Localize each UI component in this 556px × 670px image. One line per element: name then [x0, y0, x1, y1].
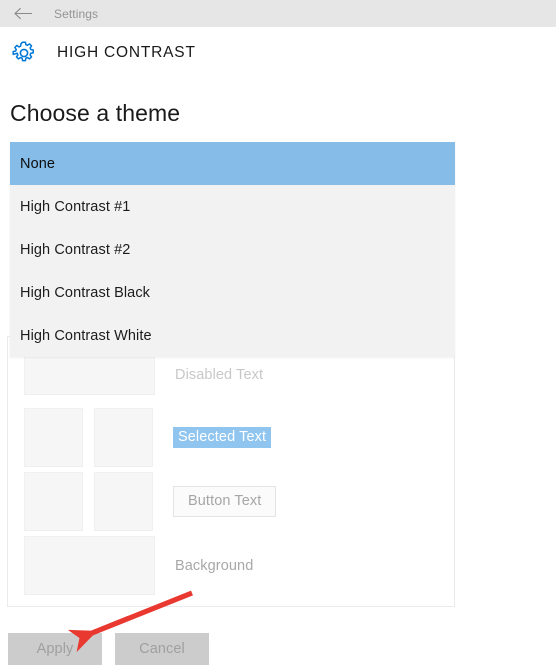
- background-text-sample: Background: [175, 557, 254, 574]
- color-swatch[interactable]: [24, 354, 155, 395]
- window-title: Settings: [54, 6, 99, 21]
- swatch-group: [24, 536, 155, 595]
- selected-text-sample: Selected Text: [173, 427, 272, 448]
- theme-option-high-contrast-2[interactable]: High Contrast #2: [10, 228, 455, 271]
- page-title-heading: HIGH CONTRAST: [57, 44, 196, 61]
- preview-row-background: Background: [24, 536, 253, 595]
- cancel-button[interactable]: Cancel: [115, 633, 209, 665]
- color-swatch[interactable]: [24, 408, 83, 467]
- theme-option-high-contrast-black[interactable]: High Contrast Black: [10, 271, 455, 314]
- swatch-group: [24, 472, 153, 531]
- theme-option-high-contrast-1[interactable]: High Contrast #1: [10, 185, 455, 228]
- footer-actions: Apply Cancel: [8, 633, 209, 665]
- preview-row-disabled-text: Disabled Text: [24, 354, 263, 395]
- window-titlebar: Settings: [0, 0, 556, 27]
- theme-option-none[interactable]: None: [10, 142, 455, 185]
- theme-preview-panel: Disabled Text Selected Text Button Text …: [7, 336, 455, 607]
- gear-icon: [2, 40, 46, 66]
- back-button[interactable]: [0, 0, 46, 27]
- preview-row-button-text: Button Text: [24, 472, 277, 531]
- color-swatch[interactable]: [24, 536, 155, 595]
- color-swatch[interactable]: [94, 472, 153, 531]
- apply-button[interactable]: Apply: [8, 633, 102, 665]
- preview-text-wrap: Selected Text: [173, 427, 272, 448]
- color-swatch[interactable]: [94, 408, 153, 467]
- swatch-group: [24, 408, 153, 467]
- theme-option-high-contrast-white[interactable]: High Contrast White: [10, 314, 455, 357]
- color-swatch[interactable]: [24, 472, 83, 531]
- disabled-text-sample: Disabled Text: [175, 366, 264, 383]
- swatch-group: [24, 354, 155, 395]
- choose-theme-label: Choose a theme: [10, 100, 181, 126]
- button-text-sample: Button Text: [173, 486, 277, 517]
- preview-text-wrap: Background: [175, 558, 253, 574]
- back-arrow-icon: [13, 7, 33, 20]
- theme-dropdown-list[interactable]: None High Contrast #1 High Contrast #2 H…: [10, 142, 455, 357]
- page-header: HIGH CONTRAST: [0, 27, 556, 79]
- preview-text-wrap: Button Text: [173, 486, 277, 517]
- preview-text-wrap: Disabled Text: [175, 367, 263, 383]
- preview-row-selected-text: Selected Text: [24, 408, 272, 467]
